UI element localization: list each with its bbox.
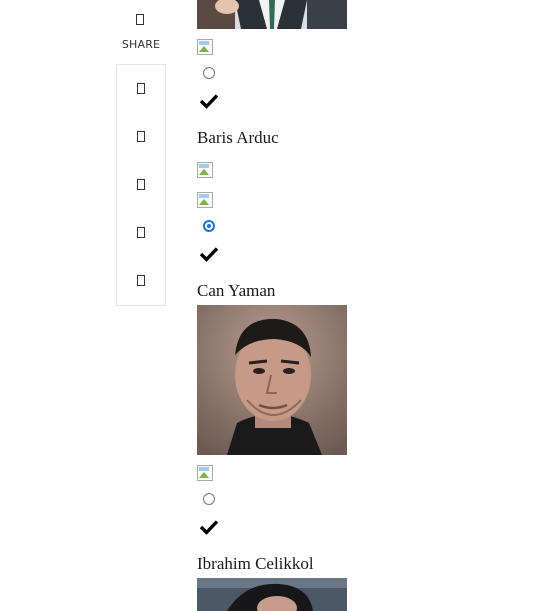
candidate-photo-3 <box>197 305 347 455</box>
candidate-photo-previous <box>197 0 347 29</box>
twitter-share-button[interactable] <box>137 131 145 142</box>
email-share-button[interactable] <box>137 275 145 286</box>
candidate-photo-2b-broken <box>197 192 213 208</box>
candidate-photo-3-image <box>197 305 347 455</box>
candidate-name-2: Can Yaman <box>197 281 276 300</box>
candidate-photo-1-broken <box>197 39 213 55</box>
vote-radio-1[interactable] <box>203 67 215 79</box>
photo-previous-image <box>197 0 347 29</box>
check-icon <box>199 94 219 109</box>
check-icon <box>199 520 219 535</box>
vote-radio-3[interactable] <box>203 493 215 505</box>
share-toggle[interactable]: SHARE <box>116 0 166 62</box>
photo-next-image <box>197 578 347 611</box>
candidate-photo-2a-broken <box>197 162 213 178</box>
share-icon <box>136 14 144 25</box>
share-button-group <box>116 64 166 306</box>
vote-radio-2[interactable] <box>203 220 215 232</box>
whatsapp-share-button[interactable] <box>137 227 145 238</box>
candidate-name-3: Ibrahim Celikkol <box>197 554 314 573</box>
facebook-share-button[interactable] <box>137 83 145 94</box>
pinterest-share-button[interactable] <box>137 179 145 190</box>
check-icon <box>199 247 219 262</box>
candidate-photo-next <box>197 578 347 611</box>
candidate-photo-3-broken <box>197 465 213 481</box>
candidate-name-1: Baris Arduc <box>197 128 279 147</box>
share-label: SHARE <box>121 38 161 51</box>
